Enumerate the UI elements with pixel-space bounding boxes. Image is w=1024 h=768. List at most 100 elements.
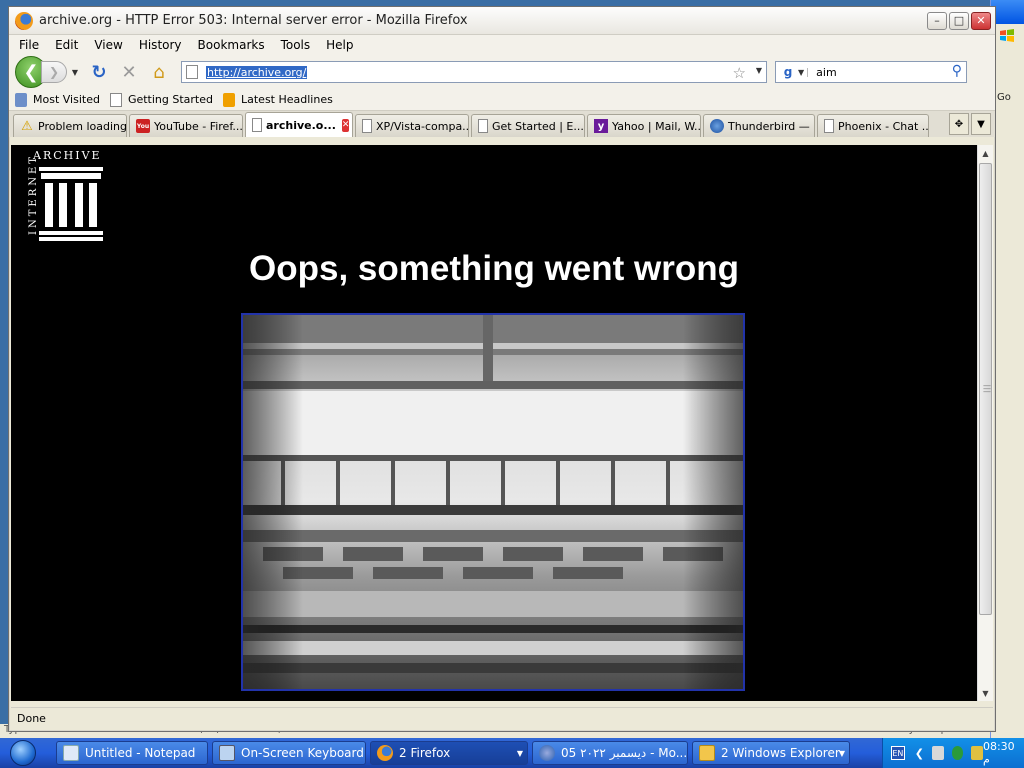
ie-icon: [539, 745, 555, 761]
close-button[interactable]: ✕: [971, 11, 991, 30]
keyboard-icon: [219, 745, 235, 761]
tab-label: YouTube - Firef...: [154, 119, 243, 133]
page-icon: [824, 119, 834, 133]
bookmark-getting-started[interactable]: Getting Started: [109, 92, 213, 107]
history-dropdown-button[interactable]: ▼: [69, 68, 81, 77]
taskbar-on-screen-keyboard[interactable]: On-Screen Keyboard: [212, 741, 366, 765]
tab-phoenix[interactable]: Phoenix - Chat ...: [817, 114, 929, 137]
menu-edit[interactable]: Edit: [47, 38, 86, 52]
taskbar-windows-explorer[interactable]: 2 Windows Explorer ▼: [692, 741, 850, 765]
clock[interactable]: 08:30 م: [983, 740, 1018, 766]
system-tray: EN ❮ 08:30 م: [882, 738, 1024, 768]
chevron-down-icon: ▼: [977, 118, 985, 130]
taskbar-notepad[interactable]: Untitled - Notepad: [56, 741, 208, 765]
new-tab-button[interactable]: ✥: [949, 113, 969, 135]
tab-label: Problem loading...: [38, 119, 127, 133]
url-text[interactable]: http://archive.org/: [206, 65, 308, 79]
yahoo-icon: y: [594, 119, 608, 133]
taskbar-label: On-Screen Keyboard: [241, 746, 364, 760]
taskbar-ie-window[interactable]: 05 ديسمبر ٢٠٢٢ - Mo...: [532, 741, 688, 765]
scrollbar-thumb[interactable]: — — —: [979, 163, 992, 615]
url-dropdown-icon[interactable]: ▼: [756, 66, 762, 75]
printing-press-image: [241, 313, 745, 691]
navigation-toolbar: ❮ ❯ ▼ ↻ ✕ ⌂ http://archive.org/ ☆ ▼ g ▼ …: [9, 55, 995, 89]
tab-label: archive.o...: [266, 118, 336, 132]
stop-icon: ✕: [121, 61, 137, 83]
tab-problem-loading[interactable]: ⚠ Problem loading...: [13, 114, 127, 137]
page-icon: [252, 118, 262, 132]
forward-button[interactable]: ❯: [41, 61, 67, 83]
notepad-icon: [63, 745, 79, 761]
bookmark-label: Getting Started: [127, 93, 213, 106]
stop-button[interactable]: ✕: [117, 60, 141, 84]
tab-label: Thunderbird — ...: [728, 119, 815, 133]
taskbar-firefox[interactable]: 2 Firefox ▼: [370, 741, 528, 765]
plus-icon: ✥: [954, 118, 964, 130]
scroll-down-icon[interactable]: ▼: [978, 685, 993, 701]
tab-close-icon[interactable]: ✕: [341, 118, 350, 132]
window-title: archive.org - HTTP Error 503: Internal s…: [39, 13, 468, 28]
menu-file[interactable]: File: [11, 38, 47, 52]
minimize-button[interactable]: –: [927, 11, 947, 30]
logo-archive-text: ARCHIVE: [33, 149, 102, 162]
page-icon: [478, 119, 488, 133]
firefox-icon: [377, 745, 393, 761]
start-button[interactable]: [0, 738, 46, 768]
tab-label: XP/Vista-compa...: [376, 119, 469, 133]
vertical-scrollbar[interactable]: ▲ — — — ▼: [977, 145, 993, 701]
menu-history[interactable]: History: [131, 38, 190, 52]
internet-archive-logo[interactable]: ARCHIVE INTERNET: [15, 149, 111, 241]
taskbar-label: 2 Firefox: [399, 746, 451, 760]
status-bar: Done: [11, 707, 993, 729]
menu-view[interactable]: View: [86, 38, 130, 52]
home-button[interactable]: ⌂: [147, 60, 171, 84]
keyboard-tray-icon[interactable]: [931, 746, 944, 760]
security-icon[interactable]: [971, 746, 983, 760]
page-icon: [186, 65, 198, 79]
title-bar[interactable]: archive.org - HTTP Error 503: Internal s…: [9, 7, 995, 35]
home-icon: ⌂: [153, 61, 165, 83]
tab-xp-vista[interactable]: XP/Vista-compa...: [355, 114, 469, 137]
bookmark-most-visited[interactable]: Most Visited: [15, 92, 100, 107]
search-bar[interactable]: g ▼ aim ⚲: [775, 61, 967, 83]
status-text: Done: [17, 712, 46, 725]
tab-get-started[interactable]: Get Started | E...: [471, 114, 585, 137]
page-content: ARCHIVE INTERNET Oops, something went wr…: [11, 145, 977, 701]
windows-flag-icon: [1000, 29, 1014, 42]
most-visited-icon: [15, 92, 27, 107]
menu-help[interactable]: Help: [318, 38, 361, 52]
url-bar[interactable]: http://archive.org/ ☆ ▼: [181, 61, 767, 83]
tab-youtube[interactable]: You YouTube - Firef...: [129, 114, 243, 137]
chevron-down-icon: ▼: [838, 748, 845, 758]
bookmark-star-icon[interactable]: ☆: [733, 64, 746, 82]
bookmark-latest-headlines[interactable]: Latest Headlines: [223, 92, 333, 107]
error-headline: Oops, something went wrong: [249, 249, 739, 288]
menu-bar: File Edit View History Bookmarks Tools H…: [9, 35, 995, 55]
google-icon[interactable]: g: [778, 64, 798, 80]
list-all-tabs-button[interactable]: ▼: [971, 113, 991, 135]
tab-yahoo[interactable]: y Yahoo | Mail, W...: [587, 114, 701, 137]
scroll-up-icon[interactable]: ▲: [978, 145, 993, 161]
tab-thunderbird[interactable]: Thunderbird — ...: [703, 114, 815, 137]
search-icon[interactable]: ⚲: [952, 63, 962, 79]
maximize-button[interactable]: □: [949, 11, 969, 30]
reload-button[interactable]: ↻: [87, 60, 111, 84]
network-icon[interactable]: [951, 746, 964, 760]
search-engine-dropdown-icon[interactable]: ▼: [798, 67, 809, 77]
menu-tools[interactable]: Tools: [273, 38, 319, 52]
tab-archive[interactable]: archive.o... ✕: [245, 112, 353, 137]
chevron-down-icon: ▼: [516, 748, 523, 758]
menu-bookmarks[interactable]: Bookmarks: [190, 38, 273, 52]
language-indicator[interactable]: EN: [891, 746, 905, 760]
tray-chevron-icon[interactable]: ❮: [915, 747, 924, 760]
background-go-label: Go: [997, 92, 1011, 103]
tab-label: Yahoo | Mail, W...: [612, 119, 701, 133]
reload-icon: ↻: [91, 61, 107, 83]
youtube-icon: You: [136, 119, 150, 133]
search-input[interactable]: aim: [816, 66, 837, 79]
back-arrow-icon: ❮: [23, 61, 39, 83]
firefox-window: archive.org - HTTP Error 503: Internal s…: [8, 6, 996, 732]
archive-building-icon: [39, 167, 103, 241]
logo-internet-text: INTERNET: [27, 154, 39, 235]
folder-icon: [699, 745, 715, 761]
